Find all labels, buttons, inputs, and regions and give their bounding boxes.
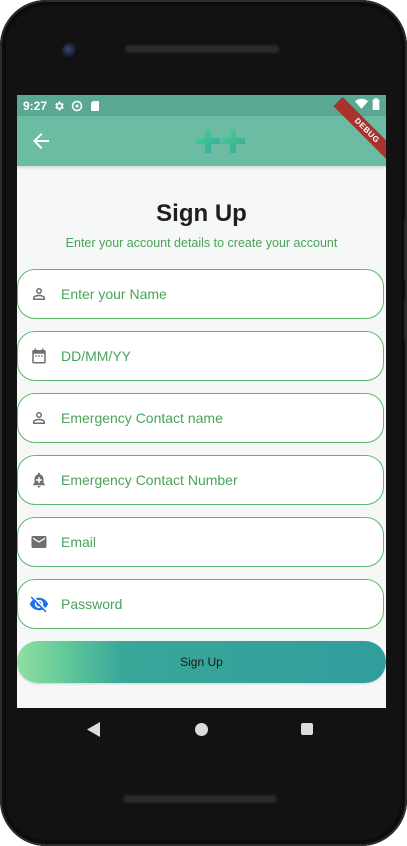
sign-up-button[interactable]: Sign Up — [17, 641, 386, 683]
emergency-contact-number-placeholder: Emergency Contact Number — [61, 472, 238, 488]
arrow-left-icon — [33, 133, 49, 149]
password-field[interactable]: Password — [17, 579, 384, 629]
bottom-speaker — [122, 794, 278, 804]
name-field[interactable]: Enter your Name — [17, 269, 384, 319]
nav-recents-button[interactable] — [301, 723, 313, 735]
email-icon — [29, 532, 49, 552]
emergency-contact-name-field[interactable]: Emergency Contact name — [17, 393, 384, 443]
settings-icon — [53, 100, 65, 112]
nav-back-button[interactable] — [87, 722, 101, 742]
nav-home-button[interactable] — [195, 723, 208, 736]
top-speaker — [124, 44, 280, 54]
phone-frame: 9:27 DEBUG Sign Up Enter your account de… — [0, 0, 407, 846]
page-subtitle: Enter your account details to create you… — [65, 236, 338, 250]
back-button[interactable] — [29, 129, 53, 153]
person-icon — [29, 284, 49, 304]
password-field-placeholder: Password — [61, 596, 123, 612]
emergency-contact-name-placeholder: Emergency Contact name — [61, 410, 223, 426]
date-field[interactable]: DD/MM/YY — [17, 331, 384, 381]
name-field-placeholder: Enter your Name — [61, 286, 167, 302]
status-bar: 9:27 — [17, 95, 386, 116]
email-field[interactable]: Email — [17, 517, 384, 567]
front-camera — [62, 43, 78, 59]
system-nav-bar — [17, 708, 386, 750]
do-not-disturb-icon — [71, 100, 83, 112]
status-time: 9:27 — [23, 98, 48, 113]
visibility-off-icon[interactable] — [29, 594, 49, 614]
person-icon — [29, 408, 49, 428]
medical-cross-logo — [195, 126, 255, 156]
app-screen: 9:27 DEBUG Sign Up Enter your account de… — [17, 95, 386, 708]
email-field-placeholder: Email — [61, 534, 97, 550]
sd-card-icon — [89, 100, 101, 112]
page-title: Sign Up — [156, 200, 247, 227]
app-bar: DEBUG — [17, 96, 386, 166]
emergency-contact-number-field[interactable]: Emergency Contact Number — [17, 455, 384, 505]
triangle-back-icon — [87, 722, 100, 737]
date-field-placeholder: DD/MM/YY — [61, 348, 131, 364]
battery-icon — [372, 98, 380, 113]
calendar-icon — [29, 346, 49, 366]
notification-add-icon — [29, 470, 49, 490]
